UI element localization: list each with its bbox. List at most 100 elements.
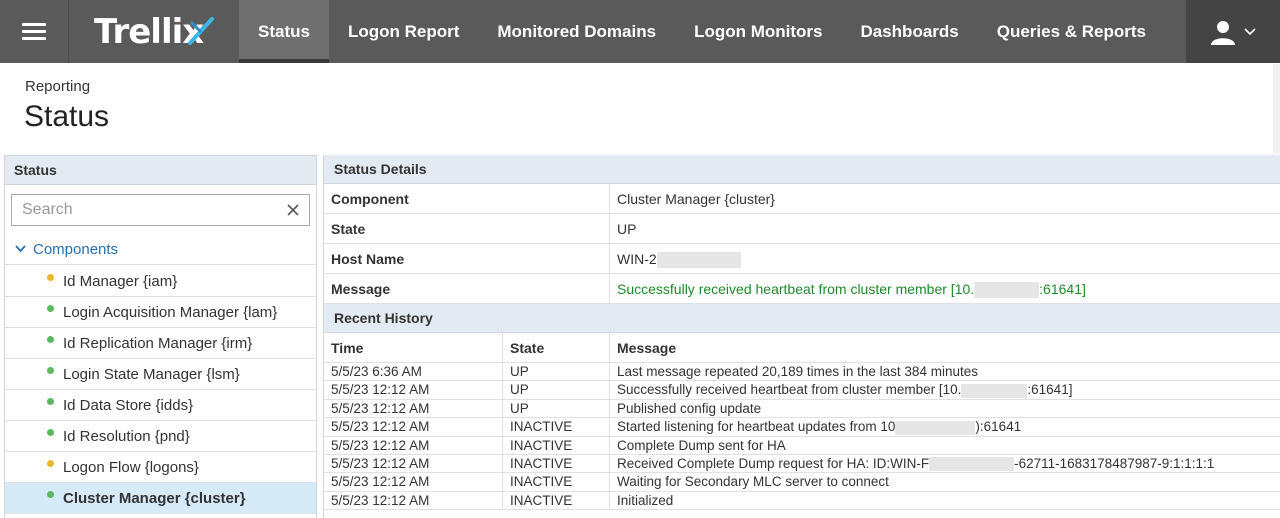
detail-row-message: Message Successfully received heartbeat … [324,274,1280,304]
chevron-down-icon [15,245,26,253]
status-tree-panel: Status Components Id Manager {iam} Login … [4,155,317,518]
message-value-prefix: Successfully received heartbeat from clu… [617,281,975,297]
detail-row-component: Component Cluster Manager {cluster} [324,184,1280,214]
column-header-message: Message [617,340,677,356]
table-row: 5/5/23 12:12 AM INACTIVE Initialized [324,491,1280,511]
cell-time: 5/5/23 12:12 AM [324,436,503,454]
table-row: 5/5/23 12:12 AM INACTIVE Received Complete… [324,454,1280,474]
cell-state: INACTIVE [503,454,610,473]
tree-item[interactable]: Id Data Store {idds} [5,390,316,421]
tree-item-label: Id Manager {iam} [63,273,178,290]
cell-time: 5/5/23 12:12 AM [324,381,503,399]
component-list: Id Manager {iam} Login Acquisition Manage… [5,266,316,514]
recent-history-heading: Recent History [324,304,1280,333]
cell-state: INACTIVE [503,418,610,436]
nav-queries-reports[interactable]: Queries & Reports [978,0,1165,63]
message-suffix: -62711-1683178487987-9:1:1:1:1 [1014,455,1215,471]
message-text: Started listening for heartbeat updates … [617,419,896,435]
table-row: 5/5/23 12:12 AM UP Published config update [324,399,1280,419]
detail-label: Component [324,184,610,213]
cell-time: 5/5/23 12:12 AM [324,418,503,436]
trellix-logo: Trellix [94,12,204,52]
page-scrollbar[interactable] [1273,64,1280,154]
cell-time: 5/5/23 12:12 AM [324,491,503,510]
message-text: Successfully received heartbeat from clu… [617,382,962,398]
cell-message: Complete Dump sent for HA [610,437,1280,454]
close-icon[interactable] [285,202,301,218]
message-suffix: :61641] [1027,382,1073,398]
cell-time: 5/5/23 12:12 AM [324,473,503,491]
page-title: Status [24,100,110,133]
status-dot-icon [47,305,54,312]
table-row: 5/5/23 12:12 AM UP Successfully received h… [324,381,1280,400]
cell-message: Last message repeated 20,189 times in th… [610,363,1280,380]
tree-item[interactable]: Id Manager {iam} [5,266,316,297]
cell-state: UP [503,399,610,418]
status-dot-icon [47,398,54,405]
detail-value: UP [617,221,637,237]
breadcrumb[interactable]: Reporting [25,78,90,95]
status-dot-icon [47,491,54,498]
search-input[interactable] [12,195,272,225]
tree-item[interactable]: Cluster Manager {cluster} [5,483,316,514]
nav-monitored-domains[interactable]: Monitored Domains [478,0,675,63]
cell-state: INACTIVE [503,436,610,454]
tree-item[interactable]: Login Acquisition Manager {lam} [5,297,316,328]
message-text: Last message repeated 20,189 times in th… [617,364,978,379]
host-name-value: WIN-2 [617,251,657,267]
cell-time: 5/5/23 12:12 AM [324,399,503,418]
redacted-block [656,252,741,269]
tree-item-label: Login State Manager {lsm} [63,366,240,383]
tree-item-label: Id Replication Manager {irm} [63,335,253,352]
cell-time: 5/5/23 12:12 AM [324,454,503,473]
tree-item-label: Login Acquisition Manager {lam} [63,304,278,321]
user-icon [1211,20,1235,45]
nav-status[interactable]: Status [239,0,329,63]
detail-row-state: State UP [324,214,1280,244]
cell-message: Initialized [610,492,1280,509]
cell-state: INACTIVE [503,473,610,491]
nav-logon-monitors[interactable]: Logon Monitors [675,0,841,63]
status-details-panel: Status Details Component Cluster Manager… [323,155,1280,518]
cell-message: Published config update [610,400,1280,417]
status-details-heading: Status Details [324,155,1280,184]
table-row: 5/5/23 6:36 AM UP Last message repeated 20… [324,363,1280,382]
redacted-block [929,457,1015,472]
tree-node-label: Components [33,240,119,258]
detail-label: Message [324,274,610,303]
cell-state: INACTIVE [503,491,610,510]
redacted-block [974,282,1040,299]
message-text: Received Complete Dump request for HA: I… [617,455,930,471]
detail-label: State [324,214,610,243]
detail-row-host-name: Host Name WIN-2 [324,244,1280,274]
tree-item-label: Id Data Store {idds} [63,397,194,414]
user-menu-button[interactable] [1186,0,1280,63]
message-text: Complete Dump sent for HA [617,437,786,453]
history-table-body: 5/5/23 6:36 AM UP Last message repeated 20… [324,363,1280,511]
message-suffix: ):61641 [975,419,1022,435]
status-dot-icon [47,274,54,281]
cell-time: 5/5/23 6:36 AM [324,363,503,381]
detail-value: Cluster Manager {cluster} [617,191,775,207]
column-header-time: Time [324,333,503,362]
tree-item[interactable]: Id Resolution {pnd} [5,421,316,452]
tree-item-label: Logon Flow {logons} [63,459,199,476]
tree-node-components[interactable]: Components [5,234,316,265]
message-text: Waiting for Secondary MLC server to conn… [617,474,889,490]
hamburger-menu-icon[interactable] [0,0,69,63]
nav-dashboards[interactable]: Dashboards [841,0,977,63]
column-header-state: State [503,333,610,362]
status-dot-icon [47,460,54,467]
redacted-block [895,420,976,435]
nav-logon-report[interactable]: Logon Report [329,0,478,63]
tree-item[interactable]: Id Replication Manager {irm} [5,328,316,359]
tree-item[interactable]: Logon Flow {logons} [5,452,316,483]
status-dot-icon [47,367,54,374]
message-text: Initialized [617,492,674,508]
main-nav: Status Logon Report Monitored Domains Lo… [239,0,1165,63]
tree-item-label: Id Resolution {pnd} [63,428,190,445]
status-dot-icon [47,429,54,436]
tree-item[interactable]: Login State Manager {lsm} [5,359,316,390]
detail-value: WIN-2 [610,244,741,273]
logo-mark-icon [188,17,214,45]
